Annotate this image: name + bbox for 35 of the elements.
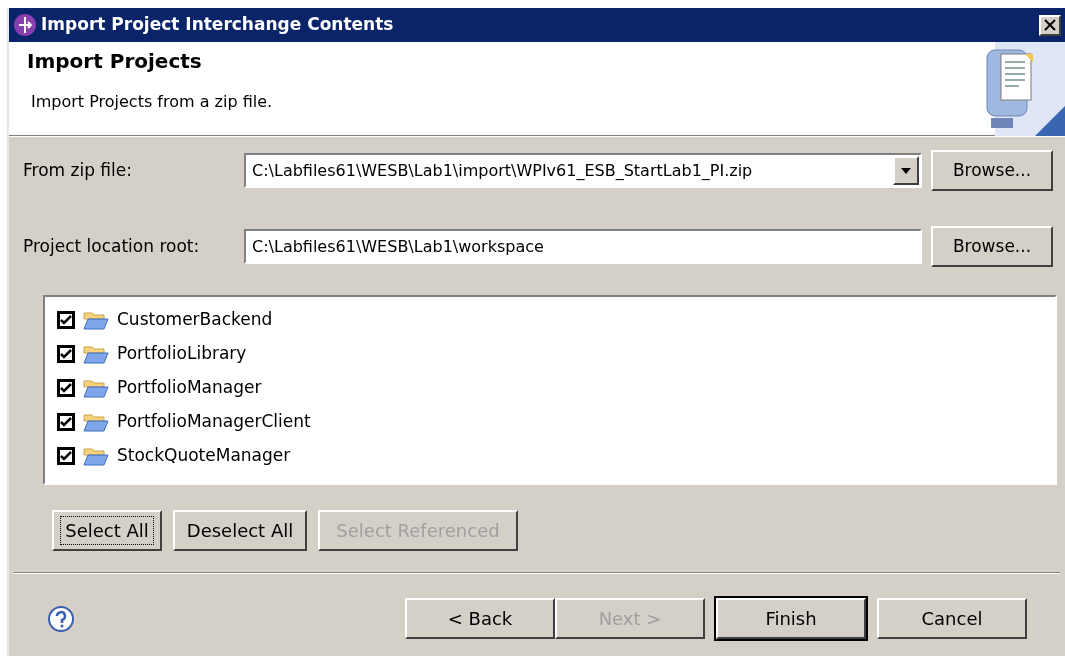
checkbox[interactable] <box>57 413 75 431</box>
checkbox[interactable] <box>57 311 75 329</box>
push-button[interactable]: Cancel <box>877 598 1027 639</box>
field-label: Project location root: <box>22 234 201 258</box>
field-label: From zip file: <box>22 158 133 182</box>
app-icon <box>13 13 37 37</box>
close-button[interactable] <box>1039 14 1061 36</box>
push-button[interactable]: Select All <box>52 510 162 551</box>
folder-icon <box>83 446 109 466</box>
checkbox[interactable] <box>57 345 75 363</box>
push-button[interactable]: Finish <box>716 598 866 639</box>
checkbox[interactable] <box>57 379 75 397</box>
checkbox[interactable] <box>57 447 75 465</box>
caret-icon <box>901 167 911 174</box>
page-title: Import Projects <box>27 48 203 75</box>
project-name[interactable]: PortfolioLibrary <box>117 341 247 367</box>
close-icon <box>1044 19 1056 31</box>
project-name[interactable]: PortfolioManagerClient <box>117 409 311 435</box>
folder-icon <box>83 344 109 364</box>
zip-file-combo[interactable]: C:\Labfiles61\WESB\Lab1\import\WPIv61_ESB_StartLab1_PI.zip <box>244 153 922 188</box>
push-button[interactable]: < Back <box>405 598 555 639</box>
folder-icon <box>83 412 109 432</box>
location-field[interactable]: C:\Labfiles61\WESB\Lab1\workspace <box>244 229 922 264</box>
browse-button[interactable]: Browse... <box>931 226 1053 267</box>
page-description: Import Projects from a zip file. <box>31 91 274 113</box>
folder-icon <box>83 378 109 398</box>
help-icon[interactable] <box>47 604 75 633</box>
project-name[interactable]: StockQuoteManager <box>117 443 291 469</box>
push-button[interactable]: Deselect All <box>173 510 307 551</box>
folder-icon <box>83 310 109 330</box>
browse-button[interactable]: Browse... <box>931 150 1053 191</box>
window-title: Import Project Interchange Contents <box>41 13 395 37</box>
project-name[interactable]: CustomerBackend <box>117 307 273 333</box>
project-name[interactable]: PortfolioManager <box>117 375 262 401</box>
dropdown-button[interactable] <box>893 156 919 185</box>
